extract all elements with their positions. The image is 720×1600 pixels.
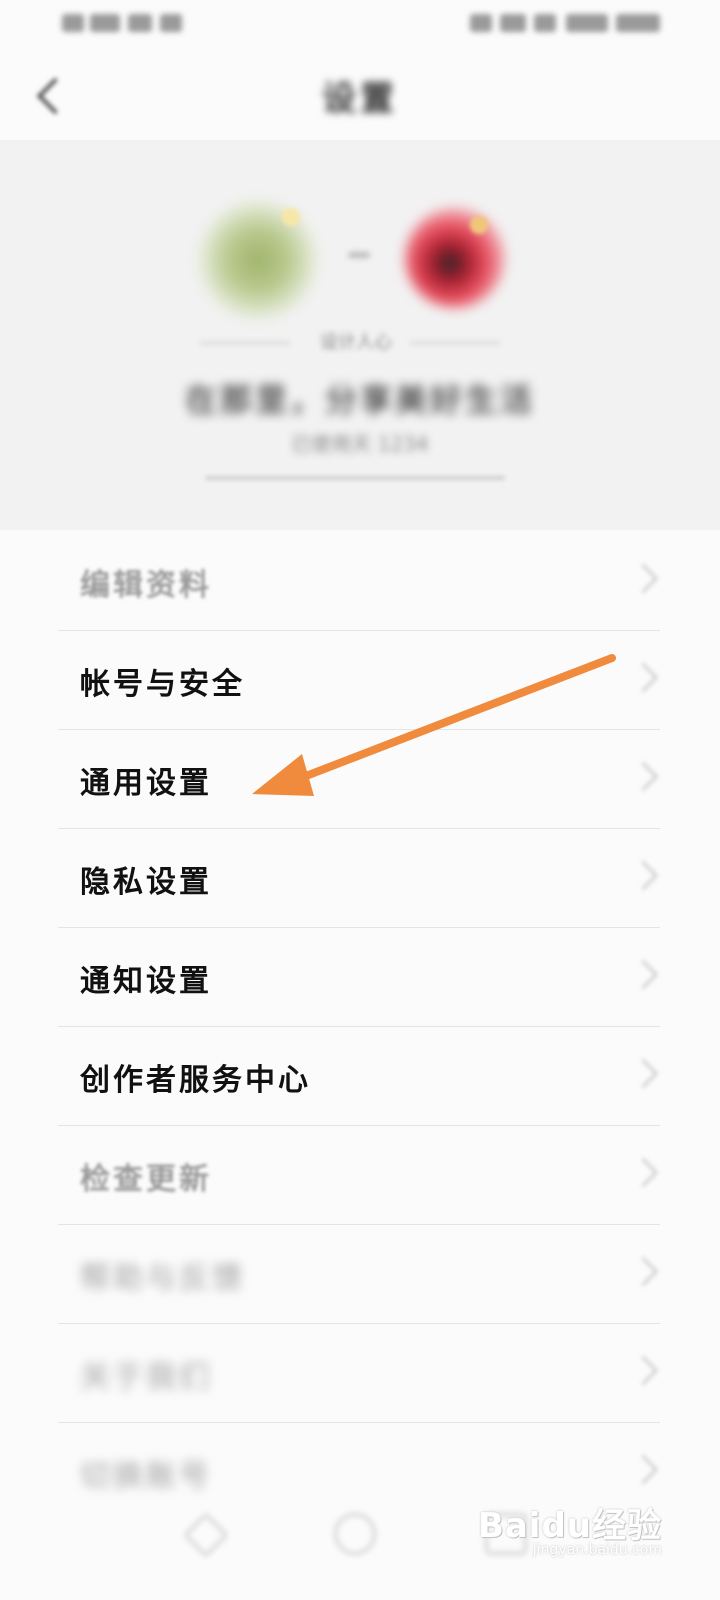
menu-item-help-feedback[interactable]: 帮助与反馈 — [0, 1225, 720, 1324]
divider — [205, 476, 505, 480]
nav-bar: 设置 — [0, 55, 720, 135]
system-status-icons — [470, 12, 660, 36]
page-title: 设置 — [322, 79, 398, 119]
badge-icon — [282, 208, 300, 226]
signal-icons — [62, 12, 187, 36]
chevron-right-icon — [628, 662, 659, 693]
chevron-right-icon — [628, 563, 659, 594]
menu-item-edit-profile[interactable]: 编辑资料 — [0, 532, 720, 631]
menu-item-account-security[interactable]: 帐号与安全 — [0, 631, 720, 730]
menu-item-label: 帐号与安全 — [80, 667, 245, 702]
avatar[interactable] — [198, 200, 318, 320]
menu-item-label: 帮助与反馈 — [80, 1261, 245, 1296]
menu-item-check-update[interactable]: 检查更新 — [0, 1126, 720, 1225]
profile-header: 设计人心 在那里，分享美好生活 已使用天 1234 — [0, 140, 720, 530]
badge-icon — [470, 216, 488, 234]
status-bar — [0, 0, 720, 50]
menu-item-label: 编辑资料 — [80, 568, 212, 603]
link-icon — [344, 244, 374, 268]
chevron-right-icon — [628, 1355, 659, 1386]
chevron-right-icon — [628, 1454, 659, 1485]
back-nav-icon[interactable] — [183, 1512, 229, 1558]
chevron-right-icon — [628, 1058, 659, 1089]
settings-menu: 编辑资料 帐号与安全 通用设置 隐私设置 通知设置 创作者服务中心 检查更新 帮… — [0, 532, 720, 1522]
chevron-right-icon — [628, 959, 659, 990]
menu-item-label: 通用设置 — [80, 766, 212, 801]
home-nav-icon[interactable] — [334, 1513, 376, 1555]
menu-item-label: 通知设置 — [80, 964, 212, 999]
tag-row: 设计人心 — [200, 328, 500, 358]
menu-item-general-settings[interactable]: 通用设置 — [0, 730, 720, 829]
menu-item-creator-center[interactable]: 创作者服务中心 — [0, 1027, 720, 1126]
chevron-right-icon — [628, 1256, 659, 1287]
tag-label: 设计人心 — [320, 332, 392, 353]
menu-item-label: 检查更新 — [80, 1162, 212, 1197]
menu-item-notification-settings[interactable]: 通知设置 — [0, 928, 720, 1027]
avatar[interactable] — [405, 208, 505, 308]
menu-item-about[interactable]: 关于我们 — [0, 1324, 720, 1423]
menu-item-label: 切换账号 — [80, 1459, 212, 1494]
chevron-right-icon — [628, 761, 659, 792]
menu-item-label: 隐私设置 — [80, 865, 212, 900]
chevron-right-icon — [628, 860, 659, 891]
menu-item-label: 关于我们 — [80, 1360, 212, 1395]
subline: 已使用天 1234 — [291, 432, 429, 456]
menu-item-privacy-settings[interactable]: 隐私设置 — [0, 829, 720, 928]
chevron-right-icon — [628, 1157, 659, 1188]
slogan: 在那里，分享美好生活 — [184, 381, 535, 419]
watermark-logo: Baidu经验 — [477, 1506, 662, 1546]
watermark-url: jingyan.baidu.com — [532, 1542, 662, 1558]
menu-item-label: 创作者服务中心 — [80, 1063, 311, 1098]
